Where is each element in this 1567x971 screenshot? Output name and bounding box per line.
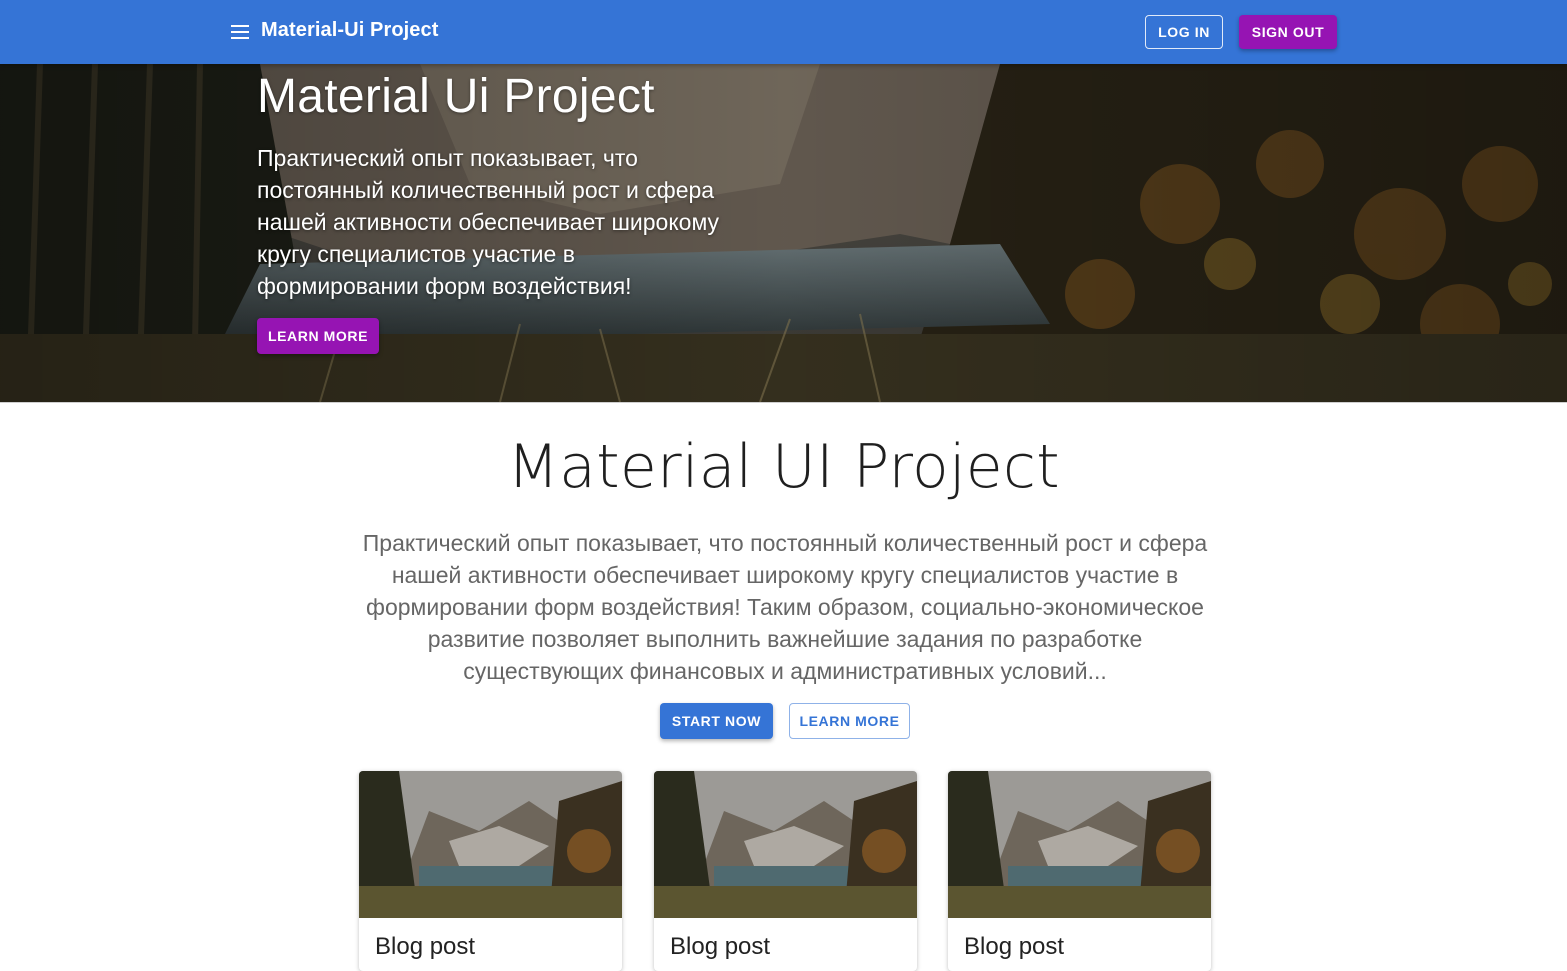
app-bar: Material-Ui Project LOG IN SIGN OUT	[0, 0, 1567, 64]
card-image	[359, 771, 622, 918]
card-title: Blog post	[964, 933, 1065, 960]
blog-card[interactable]: Blog post	[948, 771, 1211, 971]
start-now-button[interactable]: START NOW	[660, 703, 773, 739]
hero-description: Практический опыт показывает, что постоя…	[257, 145, 720, 299]
page-title: Material UI Project	[507, 432, 1060, 502]
hero-section: Material Ui Project Практический опыт по…	[0, 64, 1567, 403]
blog-card[interactable]: Blog post	[359, 771, 622, 971]
hero-title: Material Ui Project	[257, 70, 655, 123]
app-title: Material-Ui Project	[261, 19, 439, 41]
log-in-button[interactable]: LOG IN	[1145, 15, 1223, 49]
hero-background-image	[0, 64, 1567, 402]
learn-more-button[interactable]: LEARN MORE	[789, 703, 910, 739]
card-image	[948, 771, 1211, 918]
card-image	[654, 771, 917, 918]
page-description: Практический опыт показывает, что постоя…	[362, 530, 1208, 684]
blog-card[interactable]: Blog post	[654, 771, 917, 971]
card-title: Blog post	[375, 933, 476, 960]
hero-learn-more-button[interactable]: LEARN MORE	[257, 318, 379, 354]
menu-icon[interactable]	[230, 22, 250, 42]
sign-out-button[interactable]: SIGN OUT	[1239, 15, 1337, 49]
card-title: Blog post	[670, 933, 771, 960]
